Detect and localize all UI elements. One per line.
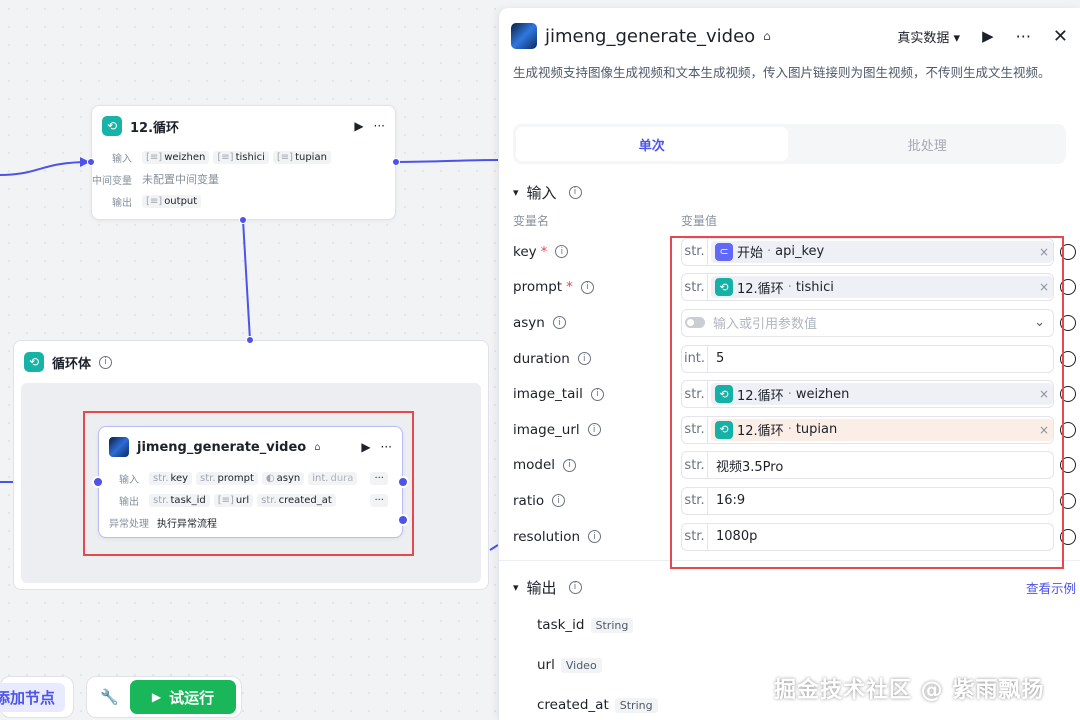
output-section-header[interactable]: ▾ 输出 i 查看示例 [499,569,1080,605]
workflow-canvas[interactable]: ⟲ 12.循环 ▶ ··· 输入 [≡] weizhen [≡] tishici [… [0,0,498,720]
input-label: 输入 [112,153,132,165]
param-name-label: ratio [513,492,545,509]
loop-input-tag: [≡] weizhen [142,150,210,164]
more-icon[interactable]: ··· [1016,27,1031,46]
panel-title: jimeng_generate_video [545,25,756,47]
param-name-label: duration [513,350,570,367]
info-icon[interactable]: i [580,280,594,294]
loop-node[interactable]: ⟲ 12.循环 ▶ ··· 输入 [≡] weizhen [≡] tishici [… [87,105,400,224]
highlight-box-node [83,411,414,556]
output-row: task_id String [499,605,1080,645]
loop-input-tag: [≡] tupian [272,150,331,164]
output-label: 输出 [112,197,132,209]
param-name: image_tail i [513,386,681,402]
required-mark: * [566,279,573,296]
info-icon[interactable]: i [577,352,591,366]
info-icon[interactable]: i [590,387,604,401]
play-icon: ▶ [151,690,162,704]
output-type: Video [560,657,602,673]
plugin-badge-icon: ⌂ [763,29,771,43]
output-type: String [590,617,634,633]
output-name: created_at [537,697,609,714]
run-bar: 🔧 ▶ 试运行 [86,676,242,718]
plugin-icon [511,23,537,49]
param-name-label: image_tail [513,386,583,403]
test-run-button[interactable]: ▶ 试运行 [130,680,236,714]
tab-batch[interactable]: 批处理 [792,127,1064,161]
node-config-panel: jimeng_generate_video ⌂ 真实数据 ▾ ▶ ··· ✕ 生… [498,8,1080,720]
mid-var-value: 未配置中间变量 [142,173,219,186]
info-icon[interactable]: i [568,580,582,594]
input-section-title: 输入 [526,183,557,202]
loop-output-tag: [≡] output [142,194,202,208]
required-mark: * [540,243,548,260]
info-icon[interactable]: i [552,316,566,330]
loop-node-title: 12.循环 [130,120,180,136]
param-name-label: resolution [513,528,581,545]
add-node-button[interactable]: 添加节点 [0,676,74,718]
loop-body-icon: ⟲ [24,352,44,372]
param-name: asyn i [513,315,681,331]
param-name-label: model [513,457,556,474]
param-name: model i [513,457,681,473]
wrench-icon[interactable]: 🔧 [92,688,119,706]
param-name: key * i [513,244,681,260]
tab-single[interactable]: 单次 [516,127,788,161]
data-source-select[interactable]: 真实数据 ▾ [897,27,960,46]
col-value-header: 变量值 [681,213,718,228]
loop-body-port[interactable] [239,216,247,224]
output-type: String [614,697,658,713]
param-name-label: key [513,243,537,260]
param-name: ratio i [513,493,681,509]
view-example-link[interactable]: 查看示例 [1026,578,1076,597]
info-icon[interactable]: i [587,423,601,437]
input-section-header[interactable]: ▾ 输入 i [499,174,1080,210]
info-icon[interactable]: i [555,245,569,259]
test-run-label: 试运行 [169,688,215,707]
loop-icon: ⟲ [102,116,122,136]
chevron-down-icon[interactable]: ▾ [513,581,519,594]
info-icon[interactable]: i [552,494,566,508]
param-name: image_url i [513,422,681,438]
close-icon[interactable]: ✕ [1053,26,1068,47]
info-icon[interactable]: i [568,185,582,199]
info-icon[interactable]: i [563,458,577,472]
loop-body-top-port[interactable] [246,336,254,344]
param-name-label: image_url [513,421,580,438]
chevron-down-icon[interactable]: ▾ [513,186,519,199]
param-name-label: asyn [513,314,545,331]
run-icon[interactable]: ▶ [982,27,994,45]
panel-description: 生成视频支持图像生成视频和文本生成视频，传入图片链接则为图生视频，不传则生成文生… [513,65,1051,80]
param-name: duration i [513,351,681,367]
more-icon[interactable]: ··· [374,119,385,133]
add-node-label: 添加节点 [0,682,65,712]
run-node-icon[interactable]: ▶ [354,119,363,133]
loop-out-port[interactable] [392,158,400,166]
loop-in-port[interactable] [87,158,95,166]
col-name-header: 变量名 [513,213,550,228]
run-mode-tabs: 单次 批处理 [513,124,1066,164]
loop-input-tag: [≡] tishici [213,150,269,164]
highlight-box-params [670,236,1064,569]
info-icon[interactable]: i [588,530,602,544]
output-name: url [537,657,555,674]
watermark: 掘金技术社区 @ 紫雨飘扬 [774,678,1045,703]
output-name: task_id [537,617,585,634]
param-name: prompt * i [513,279,681,295]
mid-var-label: 中间变量 [92,175,132,187]
info-icon[interactable]: i [99,355,113,369]
output-section-title: 输出 [526,578,557,597]
param-name: resolution i [513,529,681,545]
bottom-toolbar: 添加节点 🔧 ▶ 试运行 [0,676,242,718]
loop-body-title: 循环体 [52,356,92,372]
param-name-label: prompt [513,279,563,296]
